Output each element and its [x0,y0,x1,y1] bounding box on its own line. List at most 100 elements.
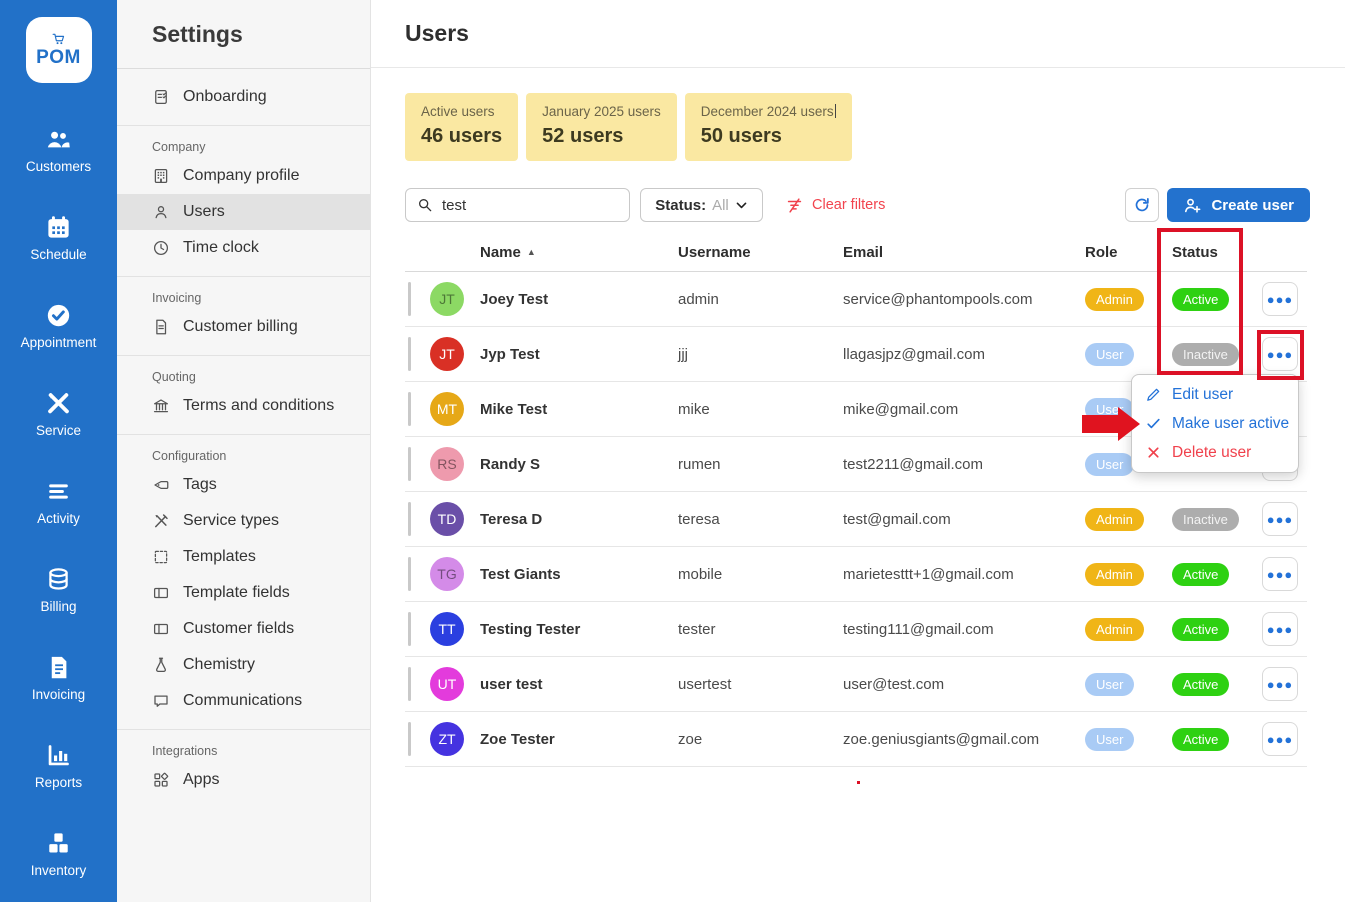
column-header-role[interactable]: Role [1085,244,1172,261]
cell-username: teresa [678,511,843,528]
settings-item-service-types[interactable]: Service types [117,503,370,539]
table-row-testing-tester: TT Testing Tester tester testing111@gmai… [405,602,1307,657]
app-nav-inventory[interactable]: Inventory [0,822,117,885]
row-actions-button[interactable]: ●●● [1262,502,1298,536]
app-nav-label: Invoicing [32,687,85,702]
cell-name: Mike Test [480,401,678,418]
app-nav-reports[interactable]: Reports [0,734,117,797]
cell-email: test2211@gmail.com [843,456,1085,473]
settings-section: Onboarding [117,69,370,126]
avatar: MT [430,392,464,426]
row-drag-handle[interactable] [408,557,411,591]
row-context-menu: Edit user Make user active Delete user [1131,374,1299,473]
app-nav-label: Inventory [31,863,87,878]
stat-card-value: 46 users [421,123,502,149]
row-actions-button[interactable]: ●●● [1262,282,1298,316]
row-actions-button[interactable]: ●●● [1262,722,1298,756]
app-nav-schedule[interactable]: Schedule [0,206,117,269]
reports-icon [45,742,72,769]
app-nav-label: Reports [35,775,82,790]
cell-name: Randy S [480,456,678,473]
settings-item-communications[interactable]: Communications [117,683,370,719]
app-nav-billing[interactable]: Billing [0,558,117,621]
column-header-name[interactable]: Name▲ [480,244,678,261]
settings-item-templates[interactable]: Templates [117,539,370,575]
settings-item-company-profile[interactable]: Company profile [117,158,370,194]
menu-item-delete-user[interactable]: Delete user [1132,438,1298,467]
app-nav-customers[interactable]: Customers [0,118,117,181]
search-input[interactable] [442,197,612,214]
template-fields-icon [152,584,170,602]
stat-card-value: 52 users [542,123,661,149]
settings-item-users[interactable]: Users [117,194,370,230]
settings-section: Configuration Tags Service types Templat… [117,435,370,730]
settings-item-onboarding[interactable]: Onboarding [117,79,370,115]
row-drag-handle[interactable] [408,667,411,701]
settings-item-customer-billing[interactable]: Customer billing [117,309,370,345]
column-header-status[interactable]: Status [1172,244,1262,261]
settings-item-chemistry[interactable]: Chemistry [117,647,370,683]
avatar: TG [430,557,464,591]
time-clock-icon [152,239,170,257]
row-drag-handle[interactable] [408,282,411,316]
menu-item-edit-user[interactable]: Edit user [1132,380,1298,409]
settings-item-label: Company profile [183,167,300,185]
row-drag-handle[interactable] [408,722,411,756]
row-drag-handle[interactable] [408,337,411,371]
cell-name: Teresa D [480,511,678,528]
row-drag-handle[interactable] [408,612,411,646]
app-nav-activity[interactable]: Activity [0,470,117,533]
table-row-test-giants: TG Test Giants mobile marietesttt+1@gmai… [405,547,1307,602]
app-nav-label: Billing [40,599,76,614]
settings-section: Company Company profile Users Time clock [117,126,370,277]
row-actions-button[interactable]: ●●● [1262,612,1298,646]
stat-card-january-2025-users: January 2025 users 52 users [526,93,677,161]
role-badge: User [1085,728,1134,751]
cell-name: Testing Tester [480,621,678,638]
refresh-button[interactable] [1125,188,1159,222]
role-badge: User [1085,453,1134,476]
templates-icon [152,548,170,566]
status-filter-dropdown[interactable]: Status: All [640,188,763,222]
row-actions-button[interactable]: ●●● [1262,557,1298,591]
stat-card-label: January 2025 users [542,103,661,121]
create-user-button[interactable]: Create user [1167,188,1310,222]
status-badge: Active [1172,673,1229,696]
row-drag-handle[interactable] [408,447,411,481]
settings-item-label: Customer fields [183,620,294,638]
column-header-email[interactable]: Email [843,244,1085,261]
settings-item-customer-fields[interactable]: Customer fields [117,611,370,647]
settings-section: Invoicing Customer billing [117,277,370,356]
status-badge: Active [1172,728,1229,751]
row-drag-handle[interactable] [408,502,411,536]
cell-email: zoe.geniusgiants@gmail.com [843,731,1085,748]
app-logo[interactable]: POM [26,17,92,83]
role-badge: Admin [1085,508,1144,531]
settings-item-template-fields[interactable]: Template fields [117,575,370,611]
avatar: JT [430,337,464,371]
stat-card-active-users: Active users 46 users [405,93,518,161]
cell-email: marietesttt+1@gmail.com [843,566,1085,583]
table-header-row: Name▲UsernameEmailRoleStatus [405,234,1307,272]
search-box[interactable] [405,188,630,222]
status-badge: Active [1172,563,1229,586]
app-nav-appointment[interactable]: Appointment [0,294,117,357]
app-nav-invoicing[interactable]: Invoicing [0,646,117,709]
row-drag-handle[interactable] [408,392,411,426]
onboarding-icon [152,88,170,106]
row-actions-button[interactable]: ●●● [1262,337,1298,371]
stat-card-label: Active users [421,103,502,121]
settings-item-terms-and-conditions[interactable]: Terms and conditions [117,388,370,424]
menu-item-make-user-active[interactable]: Make user active [1132,409,1298,438]
settings-item-apps[interactable]: Apps [117,762,370,798]
app-nav-service[interactable]: Service [0,382,117,445]
stat-card-december-2024-users: December 2024 users 50 users [685,93,852,161]
clear-filters-button[interactable]: Clear filters [785,196,885,215]
app-nav-label: Appointment [21,335,97,350]
settings-item-tags[interactable]: Tags [117,467,370,503]
row-actions-button[interactable]: ●●● [1262,667,1298,701]
cell-name: user test [480,676,678,693]
column-header-username[interactable]: Username [678,244,843,261]
settings-item-time-clock[interactable]: Time clock [117,230,370,266]
service-types-icon [152,512,170,530]
